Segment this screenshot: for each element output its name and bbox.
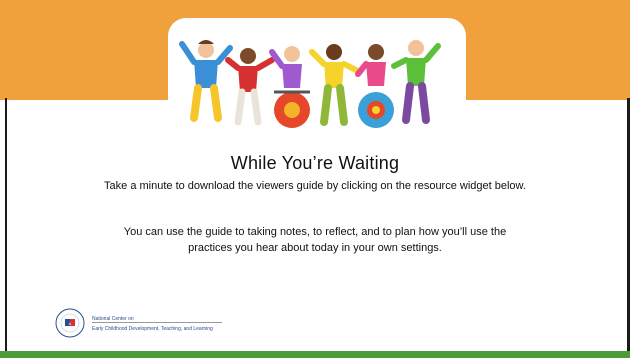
logo-divider (92, 322, 222, 323)
body-line-1: You can use the guide to taking notes, t… (123, 226, 507, 238)
child-figure-2 (225, 48, 275, 126)
child-figure-5-wheelchair (355, 44, 394, 128)
child-figure-1 (179, 40, 233, 122)
children-illustration (179, 40, 441, 128)
child-figure-6 (391, 40, 441, 124)
slide-title: While You’re Waiting (230, 153, 400, 173)
green-bottom-bar (0, 351, 630, 358)
body-line-2: practices you hear about today in your o… (188, 242, 442, 254)
child-figure-4 (309, 44, 359, 126)
slide-body: You can use the guide to taking notes, t… (80, 224, 550, 256)
slide-subtitle: Take a minute to download the viewers gu… (104, 180, 526, 192)
svg-text:A: A (69, 321, 72, 326)
national-center-seal-icon: A (55, 308, 85, 338)
logo-text: National Center on Early Childhood Devel… (92, 315, 213, 333)
left-border (5, 98, 7, 351)
slide: While You’re Waiting Take a minute to do… (0, 0, 630, 358)
child-figure-3-wheelchair (269, 46, 310, 128)
logo-line-2: Early Childhood Development, Teaching, a… (92, 326, 213, 332)
